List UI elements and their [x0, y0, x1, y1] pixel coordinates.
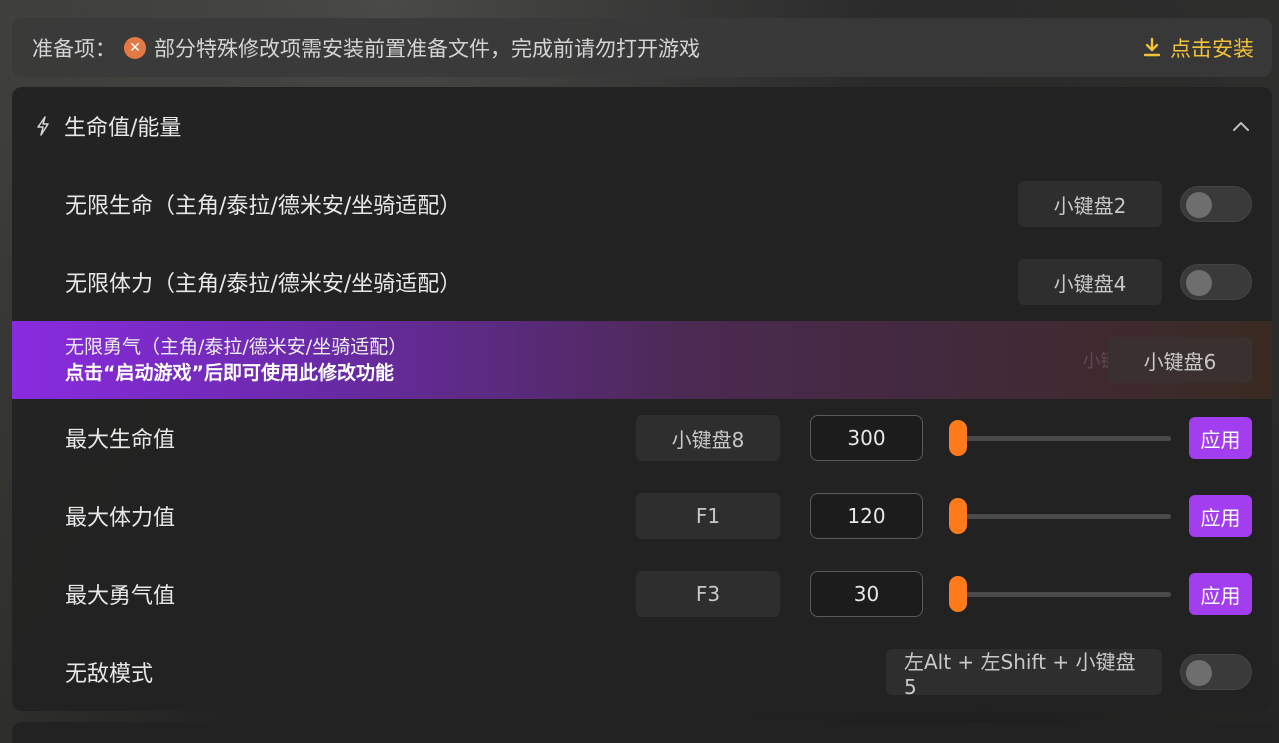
hotkey-button[interactable]: 左Alt + 左Shift + 小键盘5: [886, 649, 1162, 699]
slider-thumb[interactable]: [949, 420, 967, 456]
slider-track: [957, 514, 1171, 519]
value-slider[interactable]: [949, 493, 1171, 539]
value-input[interactable]: 30: [810, 571, 923, 617]
download-icon: [1143, 37, 1161, 56]
apply-button[interactable]: 应用: [1189, 495, 1252, 537]
row-text: 无限勇气（主角/泰拉/德米安/坐骑适配） 点击“启动游戏”后即可使用此修改功能: [65, 334, 1083, 386]
value-input[interactable]: 120: [810, 493, 923, 539]
infinite-courage-row: 无限勇气（主角/泰拉/德米安/坐骑适配） 点击“启动游戏”后即可使用此修改功能 …: [12, 321, 1272, 399]
row-label: 无限体力（主角/泰拉/德米安/坐骑适配）: [65, 272, 462, 297]
install-button[interactable]: 点击安装: [1142, 33, 1254, 63]
health-energy-panel: 生命值/能量 无限生命（主角/泰拉/德米安/坐骑适配） 小键盘2 无限体力（主角…: [12, 87, 1272, 711]
hotkey-button[interactable]: 小键盘2: [1018, 181, 1162, 227]
god-mode-row: 无敌模式 左Alt + 左Shift + 小键盘5: [12, 633, 1272, 711]
row-label: 最大体力值: [65, 506, 176, 531]
row-label: 无敌模式: [65, 662, 154, 687]
row-label: 最大生命值: [65, 428, 176, 453]
launch-hint: 点击“启动游戏”后即可使用此修改功能: [65, 362, 394, 384]
lightning-icon: [36, 116, 54, 136]
toggle-switch[interactable]: [1180, 186, 1252, 222]
slider-track: [957, 436, 1171, 441]
hotkey-button[interactable]: 小键盘8: [636, 415, 780, 461]
install-label: 点击安装: [1170, 36, 1254, 61]
toggle-knob: [1186, 270, 1212, 296]
hotkey-button[interactable]: 小键盘4: [1018, 259, 1162, 305]
slider-track: [957, 592, 1171, 597]
value-input[interactable]: 300: [810, 415, 923, 461]
max-health-row: 最大生命值 小键盘8 300 应用: [12, 399, 1272, 477]
slider-thumb[interactable]: [949, 576, 967, 612]
value-slider[interactable]: [949, 571, 1171, 617]
slider-thumb[interactable]: [949, 498, 967, 534]
toggle-switch[interactable]: [1180, 264, 1252, 300]
row-label: 最大勇气值: [65, 584, 176, 609]
prep-bar: 准备项： ✕ 部分特殊修改项需安装前置准备文件，完成前请勿打开游戏 点击安装: [12, 18, 1272, 77]
max-courage-row: 最大勇气值 F3 30 应用: [12, 555, 1272, 633]
value-slider[interactable]: [949, 415, 1171, 461]
section-title: 生命值/能量: [64, 116, 182, 141]
toggle-knob: [1186, 192, 1212, 218]
toggle-switch[interactable]: [1180, 654, 1252, 690]
infinite-stamina-row: 无限体力（主角/泰拉/德米安/坐骑适配） 小键盘4: [12, 243, 1272, 321]
apply-button[interactable]: 应用: [1189, 417, 1252, 459]
hotkey-button[interactable]: 小键盘6: [1108, 337, 1252, 383]
error-icon: ✕: [124, 36, 146, 59]
row-label: 无限生命（主角/泰拉/德米安/坐骑适配）: [65, 194, 462, 219]
prep-label: 准备项：: [32, 36, 116, 61]
section-header[interactable]: 生命值/能量: [12, 87, 1272, 165]
chevron-up-icon[interactable]: [1230, 115, 1252, 137]
infinite-health-row: 无限生命（主角/泰拉/德米安/坐骑适配） 小键盘2: [12, 165, 1272, 243]
hotkey-button[interactable]: F3: [636, 571, 780, 617]
row-label: 无限勇气（主角/泰拉/德米安/坐骑适配）: [65, 336, 408, 358]
max-stamina-row: 最大体力值 F1 120 应用: [12, 477, 1272, 555]
toggle-knob: [1186, 660, 1212, 686]
apply-button[interactable]: 应用: [1189, 573, 1252, 615]
next-section-panel: [12, 722, 1272, 743]
prep-message: 部分特殊修改项需安装前置准备文件，完成前请勿打开游戏: [154, 36, 700, 61]
hotkey-button[interactable]: F1: [636, 493, 780, 539]
